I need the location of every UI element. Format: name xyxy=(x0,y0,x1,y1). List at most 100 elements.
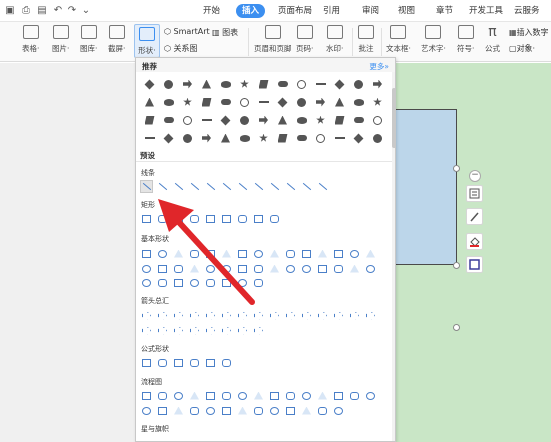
shape-option[interactable] xyxy=(252,324,265,337)
shape-option[interactable] xyxy=(236,389,249,402)
shape-option[interactable] xyxy=(178,75,197,93)
shape-option[interactable] xyxy=(178,93,197,111)
shape-option[interactable] xyxy=(159,111,178,129)
shape-option[interactable] xyxy=(140,212,153,225)
shape-option[interactable] xyxy=(235,111,254,129)
picture-button[interactable]: 图片· xyxy=(52,25,69,54)
shape-option[interactable] xyxy=(172,324,185,337)
shape-option[interactable] xyxy=(252,389,265,402)
shape-option[interactable] xyxy=(156,262,169,275)
resize-handle[interactable] xyxy=(453,262,460,269)
shape-option[interactable] xyxy=(268,247,281,260)
shape-option[interactable] xyxy=(204,324,217,337)
layout-icon[interactable] xyxy=(466,185,483,202)
shape-option[interactable] xyxy=(316,262,329,275)
shape-option[interactable] xyxy=(172,276,185,289)
shape-option[interactable] xyxy=(236,276,249,289)
shape-option[interactable] xyxy=(300,404,313,417)
shape-option[interactable] xyxy=(140,356,153,369)
shape-option[interactable] xyxy=(300,389,313,402)
tab-layout[interactable]: 页面布局 xyxy=(278,5,312,17)
shape-option[interactable] xyxy=(252,309,265,322)
shape-option[interactable] xyxy=(252,247,265,260)
shape-option[interactable] xyxy=(273,129,292,147)
shape-option[interactable] xyxy=(348,262,361,275)
shape-option[interactable] xyxy=(349,93,368,111)
textbox-button[interactable]: 文本框· xyxy=(386,25,411,54)
shape-option[interactable] xyxy=(330,93,349,111)
shape-option[interactable] xyxy=(156,212,169,225)
preview-icon[interactable]: ▤ xyxy=(36,5,48,17)
shape-option[interactable] xyxy=(159,93,178,111)
more-qa-icon[interactable]: ⌄ xyxy=(80,5,92,17)
shape-option[interactable] xyxy=(348,389,361,402)
shape-option[interactable] xyxy=(252,404,265,417)
shape-option[interactable] xyxy=(311,75,330,93)
redo-icon[interactable]: ↷ xyxy=(66,5,78,17)
shape-option[interactable] xyxy=(311,93,330,111)
shape-option[interactable] xyxy=(254,129,273,147)
shape-option[interactable] xyxy=(284,389,297,402)
selected-rectangle-shape[interactable] xyxy=(396,109,457,265)
shape-option[interactable] xyxy=(235,75,254,93)
shape-option[interactable] xyxy=(268,404,281,417)
shape-option[interactable] xyxy=(316,389,329,402)
shape-option[interactable] xyxy=(156,180,169,193)
chart-button[interactable]: ▥ 图表 xyxy=(212,27,238,38)
shape-option[interactable] xyxy=(140,111,159,129)
shape-option[interactable] xyxy=(368,111,387,129)
shape-option[interactable] xyxy=(348,247,361,260)
shape-option[interactable] xyxy=(311,111,330,129)
shape-option[interactable] xyxy=(236,180,249,193)
shape-option[interactable] xyxy=(332,404,345,417)
shape-option[interactable] xyxy=(273,93,292,111)
shape-option[interactable] xyxy=(284,247,297,260)
shape-option[interactable] xyxy=(172,389,185,402)
shape-option[interactable] xyxy=(368,93,387,111)
shape-option[interactable] xyxy=(268,389,281,402)
shape-option[interactable] xyxy=(188,247,201,260)
shape-option[interactable] xyxy=(254,111,273,129)
tab-review[interactable]: 审阅 xyxy=(362,5,379,17)
dropdown-scrollbar[interactable] xyxy=(392,72,395,441)
object-button[interactable]: ▢对象· xyxy=(509,43,535,54)
shape-option[interactable] xyxy=(311,129,330,147)
tab-insert[interactable]: 插入 xyxy=(236,4,266,18)
shape-option[interactable] xyxy=(235,93,254,111)
shape-option[interactable] xyxy=(236,262,249,275)
resize-handle[interactable] xyxy=(453,324,460,331)
relation-button[interactable]: ⬡ 关系图 xyxy=(164,43,198,54)
shape-option[interactable] xyxy=(252,276,265,289)
shape-option[interactable] xyxy=(220,276,233,289)
shape-option[interactable] xyxy=(252,212,265,225)
shape-option[interactable] xyxy=(330,129,349,147)
shape-option[interactable] xyxy=(268,180,281,193)
shape-option[interactable] xyxy=(316,309,329,322)
shape-option[interactable] xyxy=(140,276,153,289)
shape-option[interactable] xyxy=(316,180,329,193)
shape-option[interactable] xyxy=(204,309,217,322)
shape-option[interactable] xyxy=(292,129,311,147)
shape-option[interactable] xyxy=(364,262,377,275)
shape-option[interactable] xyxy=(172,309,185,322)
tab-reference[interactable]: 引用 xyxy=(323,5,340,17)
shape-option[interactable] xyxy=(140,404,153,417)
shape-option[interactable] xyxy=(156,356,169,369)
shape-option[interactable] xyxy=(197,129,216,147)
shape-option[interactable] xyxy=(349,75,368,93)
insert-number-button[interactable]: ▦插入数字 xyxy=(509,27,549,38)
watermark-button[interactable]: 水印· xyxy=(326,25,343,54)
shape-option[interactable] xyxy=(197,93,216,111)
screenshot-button[interactable]: 截屏· xyxy=(108,25,125,54)
shape-option[interactable] xyxy=(216,129,235,147)
shape-option[interactable] xyxy=(220,180,233,193)
shape-option[interactable] xyxy=(140,389,153,402)
shape-option[interactable] xyxy=(235,129,254,147)
shape-option[interactable] xyxy=(159,75,178,93)
shape-option[interactable] xyxy=(332,309,345,322)
shape-option[interactable] xyxy=(220,404,233,417)
shape-option[interactable] xyxy=(204,262,217,275)
shape-option[interactable] xyxy=(156,309,169,322)
more-link[interactable]: 更多» xyxy=(369,61,389,72)
shape-option[interactable] xyxy=(220,389,233,402)
